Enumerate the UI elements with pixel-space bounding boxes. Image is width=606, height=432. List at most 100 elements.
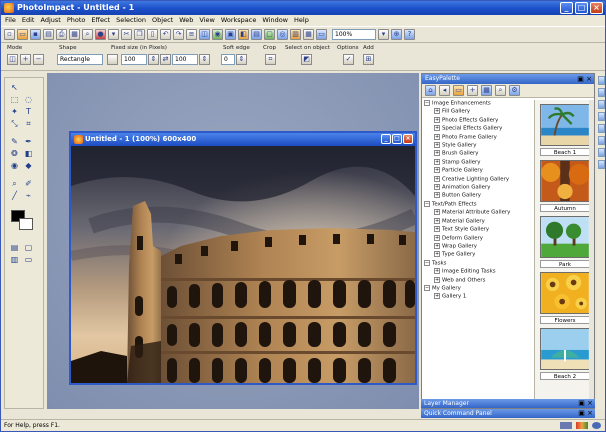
tree-item[interactable]: + Fill Gallery [424, 108, 532, 116]
tree-item[interactable]: + Type Gallery [424, 251, 532, 259]
tree-item[interactable]: + Photo Effects Gallery [424, 116, 532, 125]
expand-icon[interactable]: + [434, 209, 440, 216]
tree-item[interactable]: + Style Gallery [424, 142, 532, 150]
auto-process-icon[interactable]: ◉ [212, 29, 223, 40]
expand-icon[interactable]: + [434, 125, 440, 132]
redo-icon[interactable]: ↷ [173, 29, 184, 40]
background-color-swatch[interactable] [19, 218, 33, 230]
expand-icon[interactable]: + [434, 158, 440, 165]
tree-item[interactable]: + Button Gallery [424, 192, 532, 200]
tree-item[interactable]: + Text Style Gallery [424, 226, 532, 234]
soft-edge-spin-icon[interactable]: ⇕ [236, 54, 247, 65]
view-mode-icon[interactable]: ▤ [9, 242, 20, 253]
expand-icon[interactable]: + [434, 242, 440, 249]
eyedropper-icon[interactable]: ✐ [23, 178, 34, 189]
web-icon[interactable]: ◎ [277, 29, 288, 40]
tree-item[interactable]: + Web and Others [424, 276, 532, 285]
scan-icon[interactable]: ▤ [43, 29, 54, 40]
document-close-button[interactable]: × [403, 134, 413, 144]
undo-icon[interactable]: ↶ [160, 29, 171, 40]
tree-item[interactable]: + Material Attribute Gallery [424, 209, 532, 217]
height-spin-icon[interactable]: ⇕ [199, 54, 210, 65]
width-spin-icon[interactable]: ⇕ [148, 54, 159, 65]
thumbnail-beach-2[interactable] [540, 328, 590, 370]
menu-selection[interactable]: Selection [116, 15, 146, 26]
tree-item[interactable]: + Special Effects Gallery [424, 125, 532, 133]
menu-help[interactable]: Help [294, 15, 309, 26]
expand-icon[interactable]: + [434, 192, 440, 199]
crop-tool-icon[interactable]: ⌗ [265, 54, 276, 65]
palette-home-icon[interactable]: ⌂ [425, 85, 436, 96]
dock-command-icon[interactable] [598, 100, 605, 109]
expand-icon[interactable]: + [434, 142, 440, 149]
document-minimize-button[interactable]: _ [381, 134, 391, 144]
tree-item[interactable]: + Particle Gallery [424, 167, 532, 175]
dock-easypalette-icon[interactable] [598, 76, 605, 85]
zoom-preview-icon[interactable]: ⌕ [82, 29, 93, 40]
eraser-icon[interactable]: ◧ [23, 148, 34, 159]
full-screen-icon[interactable]: ▢ [23, 242, 34, 253]
collapse-icon[interactable]: − [424, 200, 430, 207]
expand-icon[interactable]: + [434, 251, 440, 258]
options-icon[interactable]: ✓ [343, 54, 354, 65]
dock-info-icon[interactable] [598, 136, 605, 145]
zoom-combo[interactable]: 100% [332, 29, 376, 40]
layer-manager-close-icon[interactable]: ▣ × [578, 399, 593, 408]
lasso-tool-icon[interactable]: ◌ [23, 94, 34, 105]
grid-icon[interactable]: ▦ [303, 29, 314, 40]
crop-tool-panel-icon[interactable]: ⌗ [23, 118, 34, 129]
menu-workspace[interactable]: Workspace [221, 15, 257, 26]
transform-tool-icon[interactable]: ⤡ [9, 118, 20, 129]
filter-icon[interactable]: ◧ [238, 29, 249, 40]
mode-new-icon[interactable]: ◫ [7, 54, 18, 65]
fixed-size-checkbox[interactable] [107, 54, 118, 65]
clone-tool-icon[interactable]: ❂ [9, 148, 20, 159]
zoom-in-icon[interactable]: ⊕ [391, 29, 402, 40]
save-icon[interactable]: ▪ [30, 29, 41, 40]
maximize-button[interactable]: □ [575, 2, 588, 14]
zoom-dropdown-icon[interactable]: ▾ [378, 29, 389, 40]
collapse-icon[interactable]: − [424, 100, 430, 106]
palette-view-icon[interactable]: ▦ [481, 85, 492, 96]
palette-back-icon[interactable]: ◂ [439, 85, 450, 96]
layer-manager-bar[interactable]: Layer Manager ▣ × [421, 399, 595, 408]
palette-folder-icon[interactable]: ▭ [453, 85, 464, 96]
mask-mode-icon[interactable]: ▥ [9, 254, 20, 265]
menu-file[interactable]: File [5, 15, 16, 26]
selection-tool-icon[interactable]: ⬚ [9, 94, 20, 105]
print-preview-icon[interactable]: ▦ [69, 29, 80, 40]
crop-icon[interactable]: ◫ [199, 29, 210, 40]
new-file-icon[interactable]: ▫ [4, 29, 15, 40]
layers-icon[interactable]: ▥ [290, 29, 301, 40]
expand-icon[interactable]: + [434, 268, 440, 275]
app-icon[interactable] [4, 3, 14, 13]
palette-options-icon[interactable]: ⚙ [509, 85, 520, 96]
dock-layer-icon[interactable] [598, 88, 605, 97]
quick-command-bar[interactable]: Quick Command Panel ▣ × [421, 409, 595, 418]
menu-view[interactable]: View [199, 15, 214, 26]
document-title-bar[interactable]: Untitled - 1 (100%) 600x400 _ □ × [71, 133, 415, 146]
tree-item[interactable]: + Material Gallery [424, 217, 532, 226]
minimize-button[interactable]: _ [560, 2, 573, 14]
thumbnail-autumn[interactable] [540, 160, 590, 202]
tree-category[interactable]: − Tasks [424, 259, 532, 268]
magic-wand-icon[interactable]: ✦ [9, 106, 20, 117]
tree-item[interactable]: + Photo Frame Gallery [424, 133, 532, 142]
tree-item[interactable]: + Wrap Gallery [424, 242, 532, 251]
help-icon[interactable]: ? [404, 29, 415, 40]
expand-icon[interactable]: + [434, 217, 440, 224]
tree-item[interactable]: + Brush Gallery [424, 150, 532, 158]
zoom-tool-icon[interactable]: ⌕ [9, 178, 20, 189]
expand-icon[interactable]: + [434, 293, 440, 300]
preview-mode-icon[interactable]: ▭ [23, 254, 34, 265]
thumbnail-flowers[interactable] [540, 272, 590, 314]
print-icon[interactable]: ⎙ [56, 29, 67, 40]
text-tool-icon[interactable]: T [23, 106, 34, 117]
menu-web[interactable]: Web [179, 15, 193, 26]
dock-browser-icon[interactable] [598, 148, 605, 157]
thumbnail-park[interactable] [540, 216, 590, 258]
menu-window[interactable]: Window [262, 15, 288, 26]
select-on-object-icon[interactable]: ◩ [301, 54, 312, 65]
palette-search-icon[interactable]: ⌕ [495, 85, 506, 96]
menu-edit[interactable]: Edit [22, 15, 35, 26]
